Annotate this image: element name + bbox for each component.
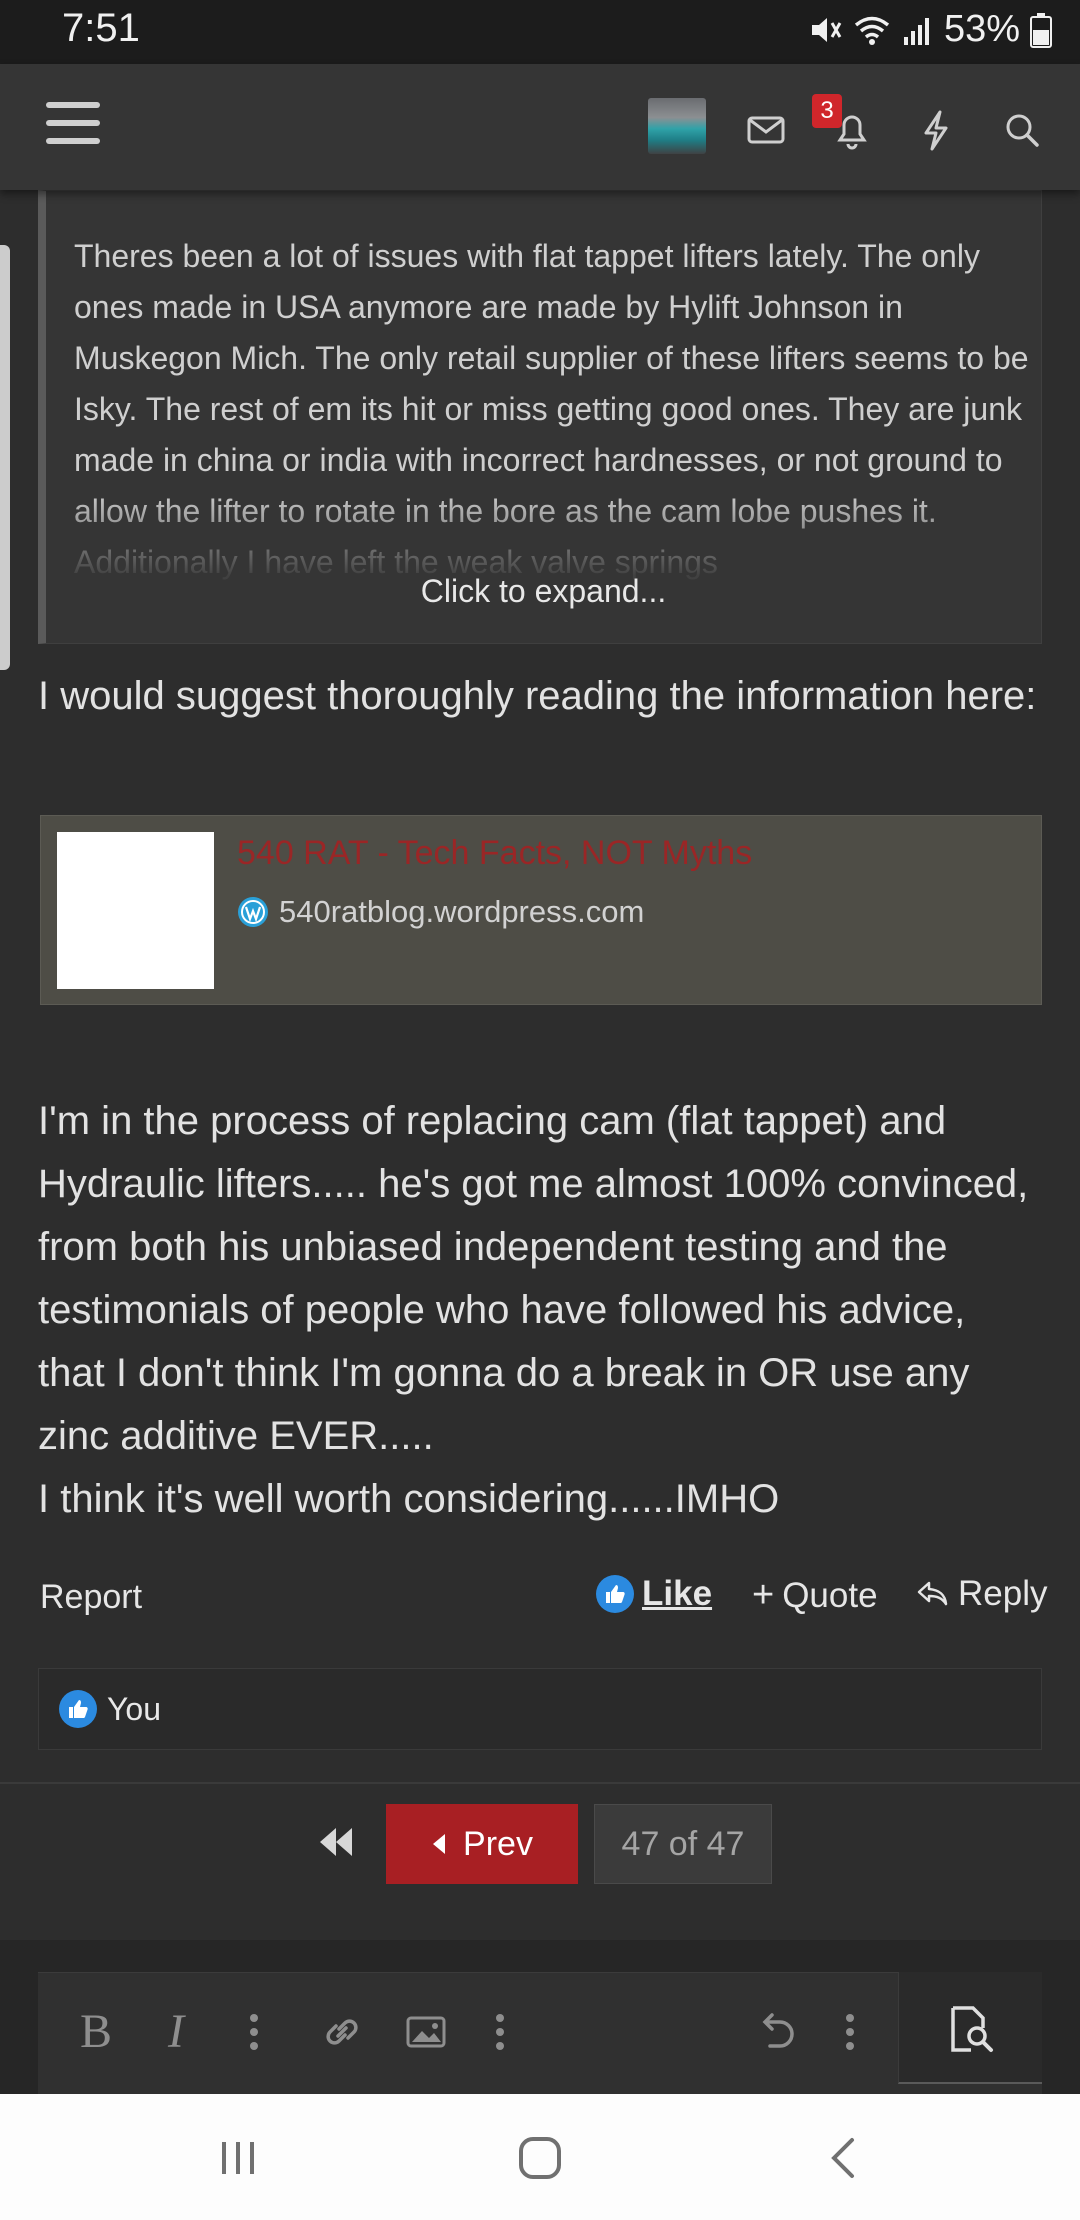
reply-icon [917, 1581, 948, 1606]
post-closing: I think it's well worth considering.....… [38, 1477, 780, 1521]
reply-label[interactable]: Reply [958, 1574, 1047, 1614]
quote-label[interactable]: Quote [782, 1576, 877, 1616]
prev-label[interactable]: Prev [463, 1825, 533, 1864]
thumbs-up-icon [596, 1575, 634, 1613]
mail-icon[interactable] [740, 104, 792, 156]
likes-summary[interactable]: You [38, 1668, 1042, 1750]
avatar[interactable] [648, 98, 706, 154]
notification-badge: 3 [812, 94, 842, 128]
preview-button[interactable] [898, 1972, 1042, 2084]
more-options-icon[interactable] [484, 2008, 516, 2056]
post-intro: I would suggest thoroughly reading the i… [38, 674, 1037, 718]
prev-page-button[interactable]: Prev [386, 1804, 578, 1884]
report-button[interactable]: Report [40, 1578, 142, 1617]
app-header: 3 [0, 64, 1080, 190]
expand-quote-button[interactable]: Click to expand... [46, 573, 1041, 610]
bolt-icon[interactable] [910, 104, 962, 156]
undo-icon[interactable] [752, 2008, 800, 2056]
reply-editor[interactable] [38, 1972, 1042, 2095]
plus-icon: + [752, 1574, 775, 1616]
menu-icon[interactable] [46, 102, 100, 150]
page-selector[interactable]: 47 of 47 [594, 1804, 772, 1884]
first-page-icon[interactable] [312, 1818, 360, 1866]
preview-icon [951, 2006, 993, 2052]
link-thumbnail [57, 832, 214, 989]
search-icon[interactable] [996, 104, 1048, 156]
home-icon[interactable] [516, 2134, 564, 2182]
link-site: 540ratblog.wordpress.com [237, 894, 644, 930]
caret-left-icon [433, 1834, 446, 1854]
quote-button[interactable]: + Quote [752, 1574, 878, 1617]
battery-percent: 53% [943, 8, 1020, 50]
wifi-icon [854, 16, 890, 45]
post-body: I'm in the process of replacing cam (fla… [38, 1099, 1029, 1458]
status-icons: 53% [808, 8, 1052, 51]
reply-button[interactable]: Reply [916, 1574, 1047, 1614]
back-icon[interactable] [820, 2134, 868, 2182]
signal-icon [903, 17, 929, 45]
battery-icon [1030, 12, 1052, 48]
link-site-label: 540ratblog.wordpress.com [279, 894, 645, 929]
like-button[interactable]: Like [596, 1574, 712, 1614]
likes-text: You [107, 1690, 161, 1727]
recent-apps-icon[interactable] [214, 2134, 262, 2182]
thumbs-up-icon [59, 1690, 97, 1728]
quote-block: Theres been a lot of issues with flat ta… [38, 190, 1042, 644]
status-time: 7:51 [62, 6, 140, 50]
link-title[interactable]: 540 RAT - Tech Facts, NOT Myths [237, 834, 752, 873]
quote-fade [46, 491, 1041, 643]
more-options-icon[interactable] [834, 2008, 866, 2056]
bold-icon[interactable]: B [80, 2004, 112, 2059]
link-icon[interactable] [318, 2008, 366, 2056]
wordpress-icon [238, 897, 268, 927]
mute-icon [811, 17, 842, 42]
system-nav-bar [0, 2094, 1080, 2220]
image-icon[interactable] [402, 2008, 450, 2056]
more-options-icon[interactable] [238, 2008, 270, 2056]
like-label[interactable]: Like [642, 1574, 712, 1614]
link-preview[interactable]: 540 RAT - Tech Facts, NOT Myths 540ratbl… [40, 815, 1042, 1005]
scroll-indicator[interactable] [0, 245, 10, 670]
italic-icon[interactable]: I [168, 2004, 184, 2059]
divider [0, 1782, 1080, 1784]
